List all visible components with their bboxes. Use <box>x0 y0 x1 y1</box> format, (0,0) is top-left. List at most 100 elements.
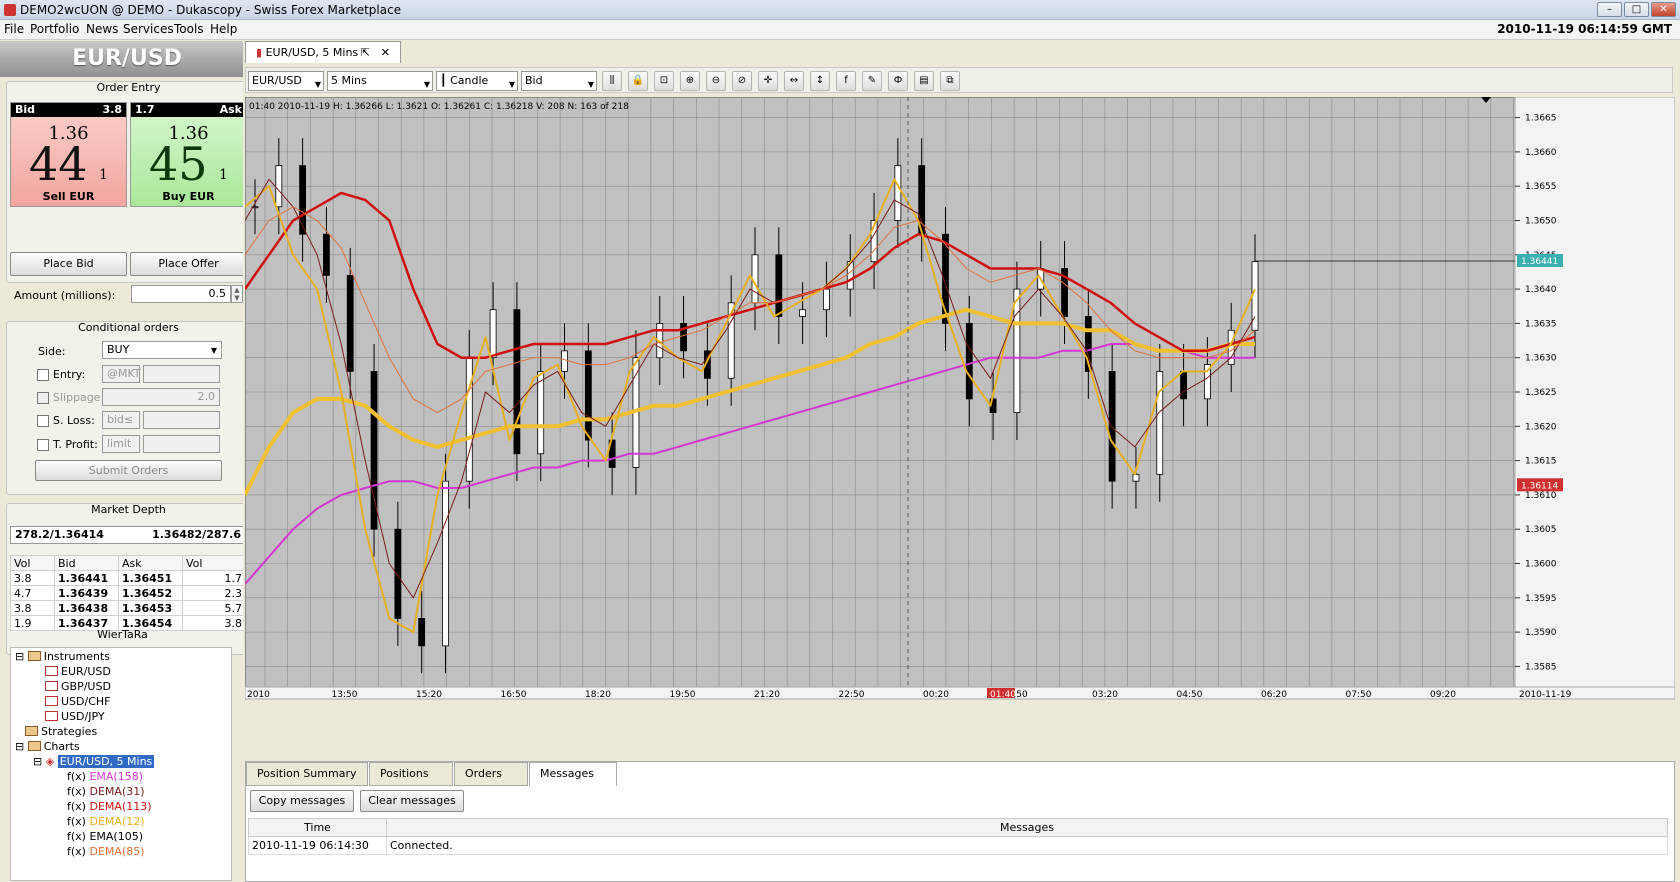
chart-type-value: Candle <box>450 74 489 87</box>
tree-node-strategies[interactable]: Strategies <box>25 725 97 738</box>
tree-node-instruments[interactable]: ⊟ Instruments <box>15 650 110 663</box>
close-button[interactable]: ✕ <box>1651 2 1676 17</box>
slippage-field[interactable]: 2.0 <box>102 388 220 406</box>
pan-horizontal-icon[interactable]: ↔ <box>784 71 804 91</box>
candle-body <box>537 371 545 455</box>
take-profit-price-field[interactable] <box>143 435 220 453</box>
tree-node-pair[interactable]: USD/CHF <box>45 695 111 708</box>
chart-tab[interactable]: ▮ EUR/USD, 5 Mins ⇱ ✕ <box>245 41 401 63</box>
take-profit-checkbox[interactable] <box>37 439 49 451</box>
header-messages: Messages <box>386 818 1668 837</box>
draw-icon[interactable]: ✎ <box>862 71 882 91</box>
tree-node-indicator[interactable]: f(x) DEMA(12) <box>67 815 145 828</box>
period-combo[interactable]: 5 Mins ▼ <box>327 71 433 91</box>
zoom-fit-icon[interactable]: ⊡ <box>654 71 674 91</box>
stop-loss-checkbox[interactable] <box>37 415 49 427</box>
candle-body <box>965 322 973 400</box>
tree-node-pair[interactable]: USD/JPY <box>45 710 105 723</box>
zoom-out-icon[interactable]: ⊖ <box>706 71 726 91</box>
take-profit-type-field[interactable]: limit <box>102 435 140 453</box>
copy-icon[interactable]: ⧉ <box>940 71 960 91</box>
tab-messages[interactable]: Messages <box>529 762 617 786</box>
entry-checkbox[interactable] <box>37 369 49 381</box>
zoom-in-icon[interactable]: ⊕ <box>680 71 700 91</box>
ask-quote[interactable]: 1.7 Ask 1.36 45 1 Buy EUR <box>130 102 247 207</box>
copy-messages-button[interactable]: Copy messages <box>250 790 354 812</box>
place-bid-button[interactable]: Place Bid <box>10 252 127 276</box>
tab-position-summary[interactable]: Position Summary <box>246 762 368 786</box>
menu-help[interactable]: Help <box>210 22 237 36</box>
messages-header-row: Time Messages <box>248 818 1668 837</box>
x-tick-label: 07:50 <box>1346 690 1372 700</box>
candle-body <box>1180 371 1187 400</box>
tree-node-pair[interactable]: EUR/USD <box>45 665 111 678</box>
menu-services[interactable]: Services <box>123 22 174 36</box>
tab-positions[interactable]: Positions <box>369 762 453 786</box>
place-offer-button[interactable]: Place Offer <box>130 252 247 276</box>
submit-orders-button[interactable]: Submit Orders <box>35 460 222 481</box>
maximize-button[interactable]: □ <box>1624 2 1649 17</box>
instrument-combo[interactable]: EUR/USD ▼ <box>248 71 324 91</box>
tree-label: EMA(158) <box>89 770 144 783</box>
side-select[interactable]: BUY ▼ <box>102 341 222 359</box>
candle-body <box>775 254 783 317</box>
crosshair-icon[interactable]: ✛ <box>758 71 778 91</box>
amount-spinner[interactable]: ▲ ▼ <box>231 285 243 303</box>
bid-quote[interactable]: Bid 3.8 1.36 44 1 Sell EUR <box>10 102 127 207</box>
stop-loss-type-field[interactable]: bid≤ <box>102 411 140 429</box>
x-tick-label: 19:50 <box>670 690 696 700</box>
lock-icon[interactable]: 🔒 <box>628 71 648 91</box>
chevron-down-icon: ▼ <box>508 80 515 89</box>
y-tick-label: 1.3640 <box>1525 285 1557 295</box>
menu-portfolio[interactable]: Portfolio <box>30 22 79 36</box>
clear-messages-button[interactable]: Clear messages <box>360 790 464 812</box>
tree-label: EUR/USD <box>61 665 111 678</box>
tab-orders[interactable]: Orders <box>454 762 528 786</box>
window-title: DEMO2wcUON @ DEMO - Dukascopy - Swiss Fo… <box>20 3 402 17</box>
chart-type-combo[interactable]: ┃ Candle ▼ <box>436 71 518 91</box>
instrument-icon <box>45 696 58 706</box>
offer-side-combo[interactable]: Bid ▼ <box>521 71 597 91</box>
tree-node-indicator[interactable]: f(x) EMA(105) <box>67 830 143 843</box>
tree-node-chart[interactable]: ⊟ ◈ EUR/USD, 5 Mins <box>33 755 155 768</box>
chevron-down-icon: ▼ <box>210 346 217 355</box>
depth-header-vol: Vol <box>10 555 55 571</box>
bottom-panel: Position Summary Positions Orders Messag… <box>245 761 1675 882</box>
y-tick-label: 1.3630 <box>1525 354 1557 364</box>
close-tab-icon[interactable]: ✕ <box>381 42 390 64</box>
bid-big-digits: 44 <box>29 137 88 191</box>
fibonacci-icon[interactable]: Ф <box>888 71 908 91</box>
x-tick-label: 09:20 <box>1430 690 1456 700</box>
amount-input[interactable]: 0.5 <box>131 285 231 303</box>
stop-loss-price-field[interactable] <box>143 411 220 429</box>
menu-news[interactable]: News <box>86 22 118 36</box>
header-time: Time <box>248 818 387 837</box>
undock-icon[interactable]: ⇱ <box>361 42 370 64</box>
tree-node-indicator[interactable]: f(x) EMA(158) <box>67 770 143 783</box>
tree-node-pair[interactable]: GBP/USD <box>45 680 111 693</box>
tree-node-indicator[interactable]: f(x) DEMA(31) <box>67 785 145 798</box>
price-chart[interactable]: 1.36651.36601.36551.36501.36451.36401.36… <box>245 97 1675 757</box>
table-row[interactable]: 2010-11-19 06:14:30 Connected. <box>248 836 1668 855</box>
pan-vertical-icon[interactable]: ↕ <box>810 71 830 91</box>
entry-price-field[interactable] <box>143 365 220 383</box>
slippage-checkbox[interactable] <box>37 392 49 404</box>
function-icon[interactable]: f <box>836 71 856 91</box>
depth-header-vol2: Vol <box>182 555 246 571</box>
zoom-reset-icon[interactable]: ⊘ <box>732 71 752 91</box>
ask-label: Ask <box>219 103 242 116</box>
bar-type-icon[interactable]: ⫼ <box>602 71 622 91</box>
candle-body <box>894 165 902 221</box>
tree-node-indicator[interactable]: f(x) DEMA(113) <box>67 800 151 813</box>
menu-tools[interactable]: Tools <box>174 22 204 36</box>
menu-file[interactable]: File <box>4 22 24 36</box>
template-icon[interactable]: ▤ <box>914 71 934 91</box>
tree-node-charts[interactable]: ⊟ Charts <box>15 740 80 753</box>
depth-row: 3.8 1.36441 1.36451 1.7 <box>10 570 246 586</box>
function-icon: f(x) <box>67 770 86 783</box>
ohlc-info: 01:40 2010-11-19 H: 1.36266 L: 1.3621 O:… <box>249 102 629 112</box>
entry-type-field[interactable]: @MKT <box>102 365 141 383</box>
y-tick-label: 1.3590 <box>1525 628 1557 638</box>
tree-node-indicator[interactable]: f(x) DEMA(85) <box>67 845 145 858</box>
minimize-button[interactable]: – <box>1597 2 1622 17</box>
